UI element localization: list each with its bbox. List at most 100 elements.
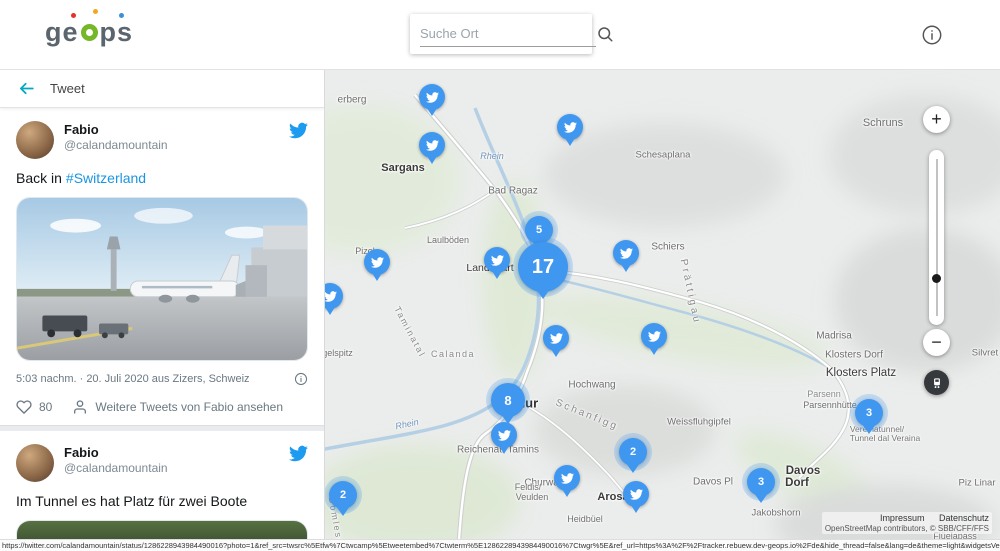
map-label: Sargans [381,162,424,174]
map-label: Calanda [431,349,475,359]
tweet-pin-marker[interactable] [484,247,510,273]
tweet-pin-marker[interactable] [543,325,569,351]
twitter-bird-icon [491,254,504,267]
user-icon [72,399,88,415]
map-label: Heidbüel [567,514,603,524]
cluster-count: 3 [758,476,764,488]
twitter-icon[interactable] [289,121,308,140]
twitter-icon[interactable] [289,444,308,463]
tweet-pin-marker[interactable] [419,84,445,110]
map-label: Davos Pl [693,477,733,488]
map-label: Klosters Platz [826,367,896,379]
map-label: Laulböden [427,235,469,245]
back-arrow-icon[interactable] [16,79,36,99]
author-block: Fabio @calandamountain [64,444,289,477]
like-count: 80 [39,400,52,414]
map-label: ngelspitz [325,348,353,358]
zoom-slider[interactable] [929,150,944,325]
airport-photo-art [17,198,307,360]
cluster-marker[interactable]: 3 [747,468,775,496]
twitter-bird-icon [371,256,384,269]
twitter-bird-icon [561,472,574,485]
tweet-header: Fabio @calandamountain [16,444,308,482]
tweet-pin-marker[interactable] [491,422,517,448]
tweet-pin-marker[interactable] [613,240,639,266]
author-block: Fabio @calandamountain [64,121,289,154]
panel-header: Tweet [0,70,324,108]
logo-dot-red [71,13,76,18]
map-label: Schruns [863,117,903,129]
cluster-marker[interactable]: 2 [329,481,357,509]
more-tweets-link[interactable]: Weitere Tweets von Fabio ansehen [72,399,283,415]
tweet-pin-marker[interactable] [623,481,649,507]
map-canvas[interactable]: erbergSchrunsSchesaplanaSargansRheinBad … [325,70,1000,539]
like-button[interactable]: 80 [16,399,52,415]
tweet-text: Back in#Switzerland [16,170,308,186]
map-label: Tunnel dal Veraina [850,433,921,443]
tweet-info-icon[interactable] [293,371,308,386]
geops-logo[interactable]: ge ps [45,17,133,48]
twitter-bird-icon [630,488,643,501]
twitter-bird-icon [550,332,563,345]
map-label: Veulden [516,492,549,502]
browser-status-bar: https://twitter.com/calandamountain/stat… [0,539,1000,551]
zoom-in-button[interactable]: + [923,106,950,133]
twitter-bird-icon [426,139,439,152]
author-handle: @calandamountain [64,138,289,154]
map-label: Weissfluhgipfel [667,417,731,428]
tweet-actions: 80 Weitere Tweets von Fabio ansehen [16,399,308,415]
info-icon[interactable] [920,23,944,47]
map-label: Jakobshorn [751,508,800,519]
map-label: Madrisa [816,331,852,342]
osm-attribution: OpenStreetMap contributors, © SBB/CFF/FF… [825,524,989,533]
avatar[interactable] [16,444,54,482]
tweet-list: Fabio @calandamountain Back in#Switzerla… [0,108,324,539]
map-label: Feldis/ [515,482,542,492]
zoom-slider-handle[interactable] [932,274,941,283]
logo-text-right: ps [100,17,134,48]
twitter-bird-icon [325,290,337,303]
cluster-marker[interactable]: 8 [491,383,525,417]
app: ge ps [0,0,1000,551]
cluster-marker[interactable]: 3 [855,399,883,427]
map-label: Davos [786,465,821,477]
map-label: Parsennhütte [803,400,857,410]
search-icon[interactable] [596,23,614,45]
datenschutz-link[interactable]: Datenschutz [939,513,989,523]
zoom-out-button[interactable]: − [923,329,950,356]
map-label: Parsenn [807,389,841,399]
cluster-count: 8 [504,393,511,408]
main: Tweet Fabio @calandamountain [0,70,1000,539]
tweet-header: Fabio @calandamountain [16,121,308,159]
tweet-pin-marker[interactable] [364,249,390,275]
tweet-pin-marker[interactable] [641,323,667,349]
map-label: Klosters Dorf [825,350,883,361]
author-handle: @calandamountain [64,461,289,477]
twitter-bird-icon [426,91,439,104]
tweet-pin-marker[interactable] [557,114,583,140]
hashtag-link[interactable]: #Switzerland [66,170,146,186]
twitter-bird-icon [620,247,633,260]
logo-o-ring [81,24,98,41]
search-input[interactable] [420,21,596,47]
tweet-photo[interactable] [16,520,308,539]
map-label: Silvret [972,348,998,359]
logo-dot-yellow [93,9,98,14]
cluster-count: 3 [866,407,872,419]
tweet-pin-marker[interactable] [554,465,580,491]
train-layer-button[interactable] [924,370,949,395]
tweet-pin-marker[interactable] [419,132,445,158]
cluster-marker[interactable]: 2 [619,438,647,466]
cluster-marker[interactable]: 17 [518,242,568,292]
impressum-link[interactable]: Impressum [880,513,925,523]
map-label: Schiers [651,242,684,253]
tweet-text: Im Tunnel es hat Platz für zwei Boote [16,493,308,509]
cluster-count: 2 [340,489,346,501]
tweet-photo[interactable] [16,197,308,361]
tweet-timestamp: 5:03 nachm. · 20. Juli 2020 aus Zizers, … [16,373,250,385]
twitter-bird-icon [564,121,577,134]
twitter-bird-icon [498,429,511,442]
cluster-marker[interactable]: 5 [525,216,553,244]
avatar[interactable] [16,121,54,159]
map-label: Dorf [785,477,809,489]
